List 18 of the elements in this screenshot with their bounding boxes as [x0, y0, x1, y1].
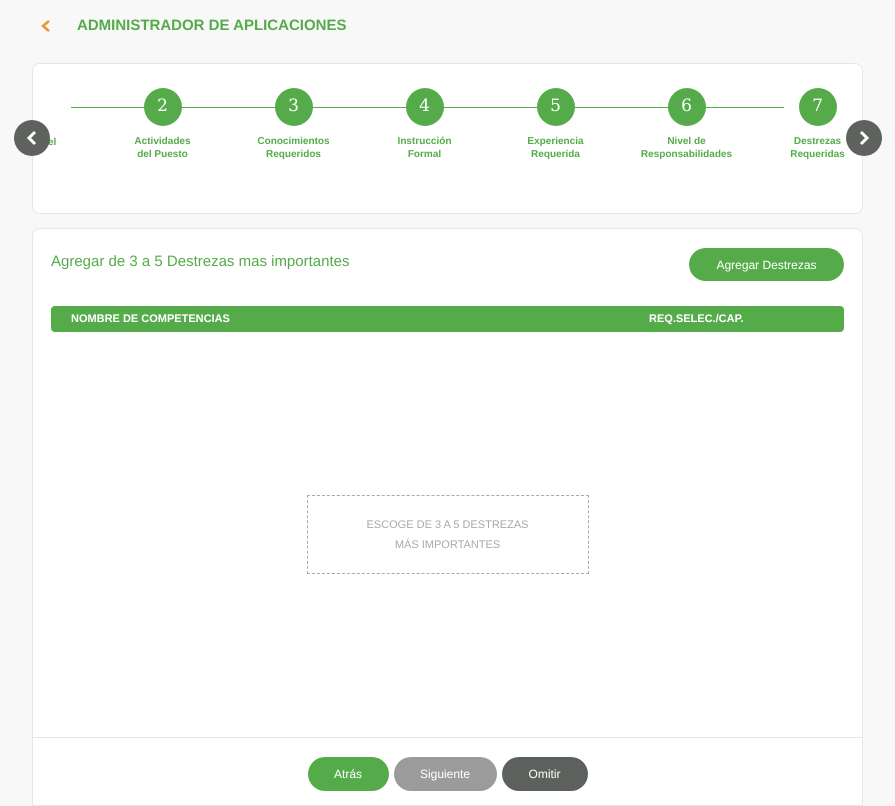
step-label: Actividades del Puesto [134, 135, 191, 161]
empty-state-message: ESCOGE DE 3 A 5 DESTREZAS MÁS IMPORTANTES [306, 495, 588, 574]
page-title: ADMINISTRADOR DE APLICACIONES [77, 16, 346, 36]
step-label: Destrezas Requeridas [790, 135, 845, 161]
footer-button[interactable]: Atrás [308, 757, 388, 791]
next-arrow-button[interactable] [846, 120, 882, 156]
column-header: NOMBRE DE COMPETENCIAS [70, 312, 231, 327]
section-heading: Agregar de 3 a 5 Destrezas mas importantes [51, 252, 350, 272]
step-label: Nivel de Responsabilidades [640, 135, 732, 161]
chevron-right-icon [857, 130, 871, 146]
footer-button[interactable]: Omitir [502, 757, 588, 791]
step-label: Instrucción Formal [398, 135, 452, 161]
previous-arrow-button[interactable] [14, 120, 50, 156]
add-skills-button[interactable]: Agregar Destrezas [689, 248, 844, 281]
step-label: Conocimientos Requeridos [257, 135, 330, 161]
column-header: REQ.SELEC./CAP. [649, 312, 744, 327]
chevron-left-icon [25, 130, 39, 146]
step-label: Experiencia Requerida [527, 135, 584, 161]
